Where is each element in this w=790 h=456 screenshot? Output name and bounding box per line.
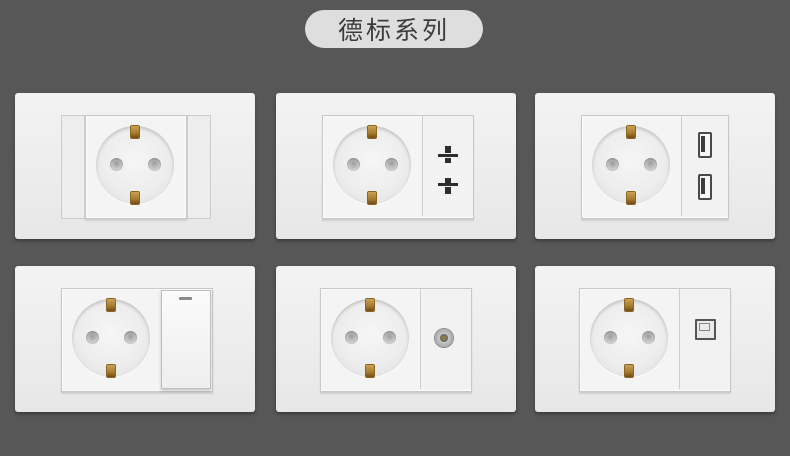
socket-frame	[320, 288, 472, 392]
left-blank-bar	[61, 115, 85, 219]
pin-hole-right	[148, 158, 161, 171]
earth-contact-top	[625, 299, 633, 311]
earth-contact-bottom	[627, 192, 635, 204]
rj45-jack-icon	[695, 319, 716, 340]
socket-well	[72, 299, 150, 377]
socket-well	[333, 126, 411, 204]
schuko-socket	[321, 289, 419, 389]
socket-frame	[322, 115, 474, 219]
two-pin-outlet-icon	[438, 146, 458, 194]
plate-german-socket-with-2pin-outlet	[276, 93, 516, 239]
pin-hole-right	[383, 331, 396, 344]
usb-module	[681, 116, 728, 216]
socket-well	[590, 299, 668, 377]
pin-hole-right	[642, 331, 655, 344]
plate-german-socket-single	[15, 93, 255, 239]
socket-frame	[61, 288, 213, 392]
pin-hole-left	[86, 331, 99, 344]
plate-german-socket-with-usb	[535, 93, 775, 239]
earth-contact-top	[131, 126, 139, 138]
socket-frame	[85, 115, 187, 219]
earth-contact-top	[627, 126, 635, 138]
earth-contact-top	[368, 126, 376, 138]
pin-hole-left	[604, 331, 617, 344]
plate-german-socket-with-network	[535, 266, 775, 412]
tv-module	[420, 289, 471, 389]
socket-frame	[581, 115, 729, 219]
socket-frame	[579, 288, 731, 392]
two-pin-outlet-module	[422, 116, 473, 216]
schuko-socket	[580, 289, 678, 389]
earth-contact-bottom	[107, 365, 115, 377]
series-title-pill: 德标系列	[305, 10, 483, 48]
earth-contact-top	[107, 299, 115, 311]
series-title: 德标系列	[337, 16, 450, 45]
pin-hole-right	[385, 158, 398, 171]
tv-coax-center-icon	[440, 334, 448, 342]
schuko-socket	[62, 289, 160, 389]
network-module	[679, 289, 730, 389]
earth-contact-bottom	[625, 365, 633, 377]
right-blank-bar	[187, 115, 211, 219]
pin-hole-left	[345, 331, 358, 344]
usb-port-icon	[698, 174, 712, 200]
earth-contact-bottom	[368, 192, 376, 204]
switch-indicator-icon	[179, 297, 192, 300]
pin-hole-left	[347, 158, 360, 171]
pin-hole-right	[644, 158, 657, 171]
pin-hole-right	[124, 331, 137, 344]
tv-coax-jack-icon	[435, 329, 453, 347]
plate-german-socket-with-tv	[276, 266, 516, 412]
earth-contact-bottom	[131, 192, 139, 204]
schuko-socket	[323, 116, 421, 216]
socket-well	[592, 126, 670, 204]
earth-contact-bottom	[366, 365, 374, 377]
plate-german-socket-with-switch	[15, 266, 255, 412]
usb-port-icon	[698, 132, 712, 158]
schuko-socket	[86, 116, 184, 216]
socket-well	[96, 126, 174, 204]
earth-contact-top	[366, 299, 374, 311]
rocker-switch[interactable]	[161, 290, 211, 389]
pin-hole-left	[606, 158, 619, 171]
socket-well	[331, 299, 409, 377]
schuko-socket	[582, 116, 680, 216]
pin-hole-left	[110, 158, 123, 171]
